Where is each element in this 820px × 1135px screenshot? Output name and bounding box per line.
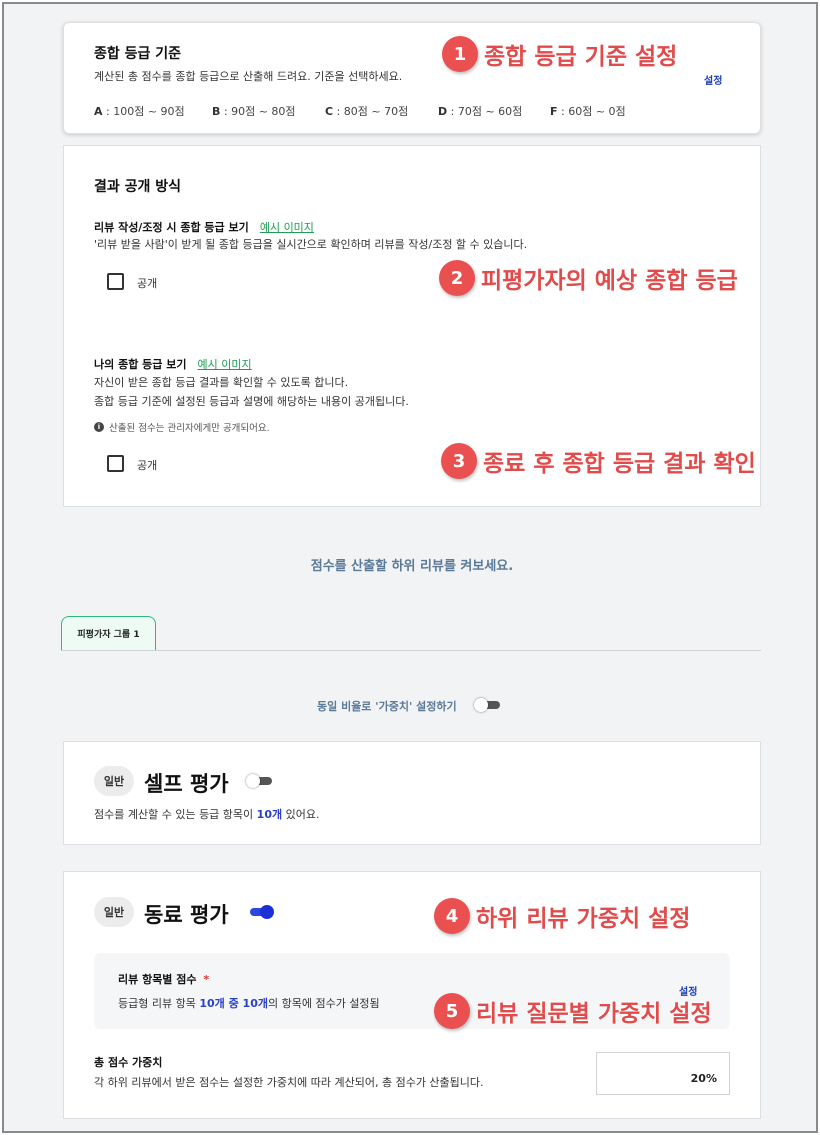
my-grade-description-2: 종합 등급 기준에 설정된 등급과 설명에 해당하는 내용이 공개됩니다. (94, 395, 409, 408)
info-note-text: 산출된 점수는 관리자에게만 공개되어요. (109, 423, 270, 434)
sub-review-prompt: 점수를 산출할 하위 리뷰를 켜보세요. (310, 559, 514, 574)
annotation-2-text: 피평가자의 예상 종합 등급 (481, 268, 738, 294)
review-grade-description: '리뷰 받을 사람'이 받게 될 종합 등급을 실시간으로 확인하며 리뷰를 작… (94, 238, 528, 251)
annotation-1-number: 1 (442, 36, 478, 72)
grade-item-f: F : 60점 ~ 0점 (550, 105, 626, 118)
peer-review-toggle[interactable] (246, 905, 274, 919)
review-grade-public-checkbox[interactable] (107, 273, 124, 290)
annotation-5-number: 5 (434, 993, 470, 1029)
self-review-description: 점수를 계산할 수 있는 등급 항목이 10개 있어요. (94, 808, 320, 821)
required-mark: * (203, 973, 210, 986)
total-weight-input[interactable]: 20% (596, 1052, 730, 1095)
self-review-badge: 일반 (94, 766, 134, 796)
annotation-1-text: 종합 등급 기준 설정 (484, 44, 678, 70)
grade-standard-description: 계산된 총 점수를 종합 등급으로 산출해 드려요. 기준을 선택하세요. (94, 70, 403, 83)
self-review-card: 일반 셀프 평가 점수를 계산할 수 있는 등급 항목이 10개 있어요. (63, 741, 761, 845)
annotation-4-number: 4 (434, 898, 470, 934)
grade-standard-title: 종합 등급 기준 (94, 46, 182, 62)
my-grade-example-link[interactable]: 예시 이미지 (198, 358, 252, 371)
my-grade-row: 나의 종합 등급 보기 예시 이미지 (94, 353, 252, 372)
review-grade-label: 리뷰 작성/조정 시 종합 등급 보기 (94, 221, 249, 234)
total-weight-description: 각 하위 리뷰에서 받은 점수는 설정한 가중치에 따라 계산되어, 총 점수가… (94, 1076, 484, 1089)
annotation-5-text: 리뷰 질문별 가중치 설정 (476, 1001, 712, 1027)
item-score-description: 등급형 리뷰 항목 10개 중 10개의 항목에 점수가 설정됨 (118, 997, 380, 1010)
annotation-2: 2 피평가자의 예상 종합 등급 (439, 260, 738, 296)
tab-underline (61, 650, 761, 651)
grade-standard-set-link[interactable]: 설정 (704, 72, 722, 87)
peer-review-title: 동료 평가 (144, 903, 229, 927)
info-icon: i (94, 422, 104, 432)
my-grade-public-checkbox[interactable] (107, 455, 124, 472)
annotation-1: 1 종합 등급 기준 설정 (442, 36, 677, 72)
annotation-4: 4 하위 리뷰 가중치 설정 (434, 898, 690, 934)
annotation-3-number: 3 (441, 443, 477, 479)
info-note-row: i 산출된 점수는 관리자에게만 공개되어요. (94, 420, 270, 434)
review-grade-checkbox-label: 공개 (137, 277, 158, 290)
my-grade-checkbox-label: 공개 (137, 459, 158, 472)
equal-weight-label: 동일 비율로 '가중치' 설정하기 (317, 700, 457, 713)
item-score-label-row: 리뷰 항목별 점수 * (118, 971, 209, 987)
my-grade-label: 나의 종합 등급 보기 (94, 358, 187, 371)
item-score-label: 리뷰 항목별 점수 (118, 973, 197, 986)
annotation-2-number: 2 (439, 260, 475, 296)
annotation-3-text: 종료 후 종합 등급 결과 확인 (483, 451, 756, 477)
grade-item-c: C : 80점 ~ 70점 (325, 105, 409, 118)
grade-item-d: D : 70점 ~ 60점 (438, 105, 523, 118)
total-weight-label: 총 점수 가중치 (94, 1056, 163, 1069)
self-review-title: 셀프 평가 (144, 772, 229, 796)
grade-item-b: B : 90점 ~ 80점 (212, 105, 296, 118)
my-grade-description-1: 자신이 받은 종합 등급 결과를 확인할 수 있도록 합니다. (94, 376, 349, 389)
annotation-3: 3 종료 후 종합 등급 결과 확인 (441, 443, 756, 479)
self-review-toggle[interactable] (246, 774, 274, 788)
annotation-5: 5 리뷰 질문별 가중치 설정 (434, 993, 712, 1029)
equal-weight-toggle[interactable] (474, 698, 502, 712)
review-example-link[interactable]: 예시 이미지 (260, 221, 314, 234)
annotation-4-text: 하위 리뷰 가중치 설정 (476, 906, 691, 932)
grade-item-a: A : 100점 ~ 90점 (94, 105, 185, 118)
peer-review-badge: 일반 (94, 897, 134, 927)
review-grade-row: 리뷰 작성/조정 시 종합 등급 보기 예시 이미지 (94, 216, 314, 235)
self-review-count: 10개 (256, 808, 283, 821)
result-disclosure-title: 결과 공개 방식 (94, 179, 182, 195)
tab-reviewee-group-1[interactable]: 피평가자 그룹 1 (61, 616, 156, 650)
